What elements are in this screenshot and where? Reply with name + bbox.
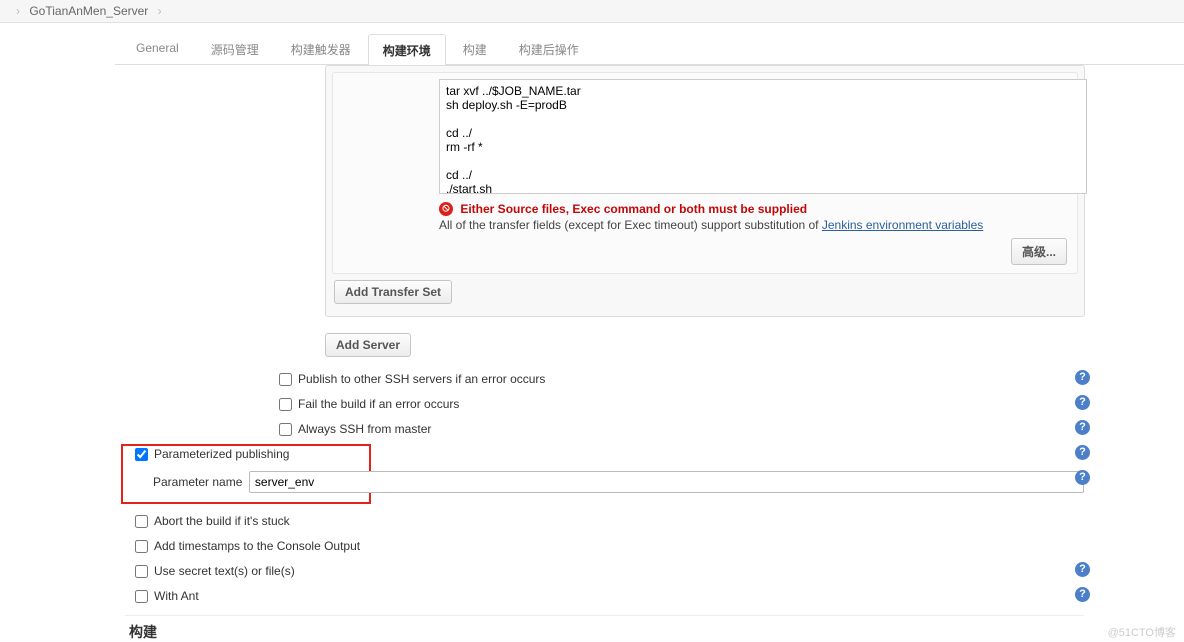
- error-icon: ⦸: [439, 202, 453, 216]
- tab-build-env[interactable]: 构建环境: [368, 34, 446, 65]
- opt-secret-files: Use secret text(s) or file(s) ?: [131, 559, 1084, 584]
- opt-publish-other-servers: Publish to other SSH servers if an error…: [275, 367, 1084, 392]
- breadcrumb-sep: ›: [158, 4, 162, 18]
- checkbox-abort-stuck[interactable]: [135, 515, 148, 528]
- checkbox-with-ant[interactable]: [135, 590, 148, 603]
- param-name-input[interactable]: [249, 471, 1084, 493]
- param-name-label: Parameter name: [153, 475, 249, 489]
- help-icon[interactable]: ?: [1075, 587, 1090, 602]
- checkbox-timestamps[interactable]: [135, 540, 148, 553]
- env-vars-link[interactable]: Jenkins environment variables: [822, 218, 983, 232]
- checkbox-secret-files[interactable]: [135, 565, 148, 578]
- label-always-master: Always SSH from master: [298, 422, 431, 436]
- label-secret-files: Use secret text(s) or file(s): [154, 564, 295, 578]
- watermark: @51CTO博客: [1108, 624, 1176, 640]
- help-icon[interactable]: ?: [1075, 470, 1090, 485]
- opt-timestamps: Add timestamps to the Console Output: [131, 534, 1084, 559]
- checkbox-publish-other-servers[interactable]: [279, 373, 292, 386]
- checkbox-fail-build[interactable]: [279, 398, 292, 411]
- help-icon[interactable]: ?: [1075, 395, 1090, 410]
- build-section-heading: 构建: [125, 615, 1084, 642]
- checkbox-always-master[interactable]: [279, 423, 292, 436]
- tab-build[interactable]: 构建: [448, 33, 502, 64]
- breadcrumb: › GoTianAnMen_Server ›: [0, 0, 1184, 23]
- breadcrumb-project[interactable]: GoTianAnMen_Server: [29, 4, 148, 18]
- breadcrumb-sep: ›: [16, 4, 20, 18]
- label-with-ant: With Ant: [154, 589, 199, 603]
- label-publish-other-servers: Publish to other SSH servers if an error…: [298, 372, 545, 386]
- opt-parameterized-publishing: Parameterized publishing ?: [131, 442, 1084, 467]
- opt-fail-build: Fail the build if an error occurs ?: [275, 392, 1084, 417]
- transfer-set-panel: ⦸ Either Source files, Exec command or b…: [325, 65, 1085, 317]
- param-name-row: Parameter name ?: [131, 467, 1084, 497]
- config-tabs: General 源码管理 构建触发器 构建环境 构建 构建后操作: [115, 33, 1184, 65]
- tab-scm[interactable]: 源码管理: [196, 33, 274, 64]
- advanced-button[interactable]: 高级...: [1011, 238, 1067, 265]
- help-icon[interactable]: ?: [1075, 445, 1090, 460]
- tab-post-build[interactable]: 构建后操作: [504, 33, 594, 64]
- add-transfer-set-button[interactable]: Add Transfer Set: [334, 280, 452, 304]
- opt-always-master: Always SSH from master ?: [275, 417, 1084, 442]
- checkbox-parameterized-publishing[interactable]: [135, 448, 148, 461]
- hint-row: All of the transfer fields (except for E…: [439, 218, 1071, 232]
- help-icon[interactable]: ?: [1075, 420, 1090, 435]
- add-server-button[interactable]: Add Server: [325, 333, 411, 357]
- error-row: ⦸ Either Source files, Exec command or b…: [439, 201, 1071, 216]
- tab-general[interactable]: General: [121, 33, 194, 64]
- tab-triggers[interactable]: 构建触发器: [276, 33, 366, 64]
- label-timestamps: Add timestamps to the Console Output: [154, 539, 360, 553]
- exec-command-textarea[interactable]: [439, 79, 1087, 194]
- label-fail-build: Fail the build if an error occurs: [298, 397, 459, 411]
- error-text: Either Source files, Exec command or bot…: [460, 202, 807, 216]
- label-parameterized-publishing: Parameterized publishing: [154, 447, 289, 461]
- help-icon[interactable]: ?: [1075, 562, 1090, 577]
- hint-prefix: All of the transfer fields (except for E…: [439, 218, 822, 232]
- help-icon[interactable]: ?: [1075, 370, 1090, 385]
- label-abort-stuck: Abort the build if it's stuck: [154, 514, 290, 528]
- opt-abort-stuck: Abort the build if it's stuck: [131, 509, 1084, 534]
